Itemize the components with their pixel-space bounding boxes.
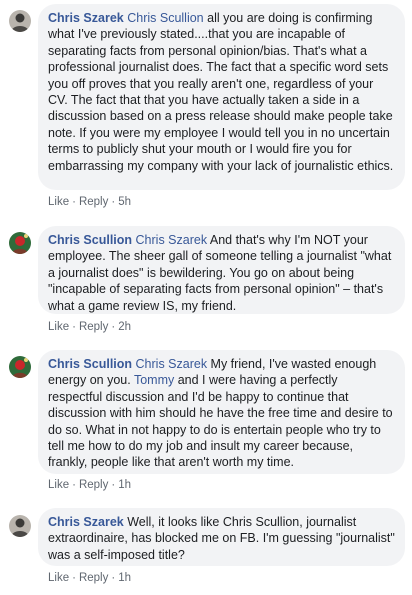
mention-link[interactable]: Chris Scullion [127, 11, 203, 25]
separator: · [111, 321, 116, 333]
profile-photo-icon [9, 356, 31, 378]
like-button[interactable]: Like [48, 196, 69, 208]
avatar[interactable] [9, 232, 31, 254]
reply-button[interactable]: Reply [79, 321, 108, 333]
comment-author[interactable]: Chris Szarek [48, 515, 124, 529]
comment-text: all you are doing is confirming what I'v… [48, 11, 394, 173]
reply-button[interactable]: Reply [79, 479, 108, 491]
timestamp[interactable]: 1h [118, 479, 131, 491]
mention-link[interactable]: Chris Szarek [136, 233, 208, 247]
comment-actions: Like · Reply · 5h [48, 196, 131, 208]
comment-actions: Like · Reply · 1h [48, 479, 131, 491]
comment-author[interactable]: Chris Scullion [48, 233, 132, 247]
comment-author[interactable]: Chris Scullion [48, 357, 132, 371]
reply-button[interactable]: Reply [79, 196, 108, 208]
reply-button[interactable]: Reply [79, 572, 108, 584]
avatar[interactable] [9, 356, 31, 378]
separator: · [72, 321, 76, 333]
like-button[interactable]: Like [48, 479, 69, 491]
comment-text: and I were having a perfectly respectful… [48, 373, 393, 470]
comment-bubble: Chris Szarek Chris Scullion all you are … [38, 4, 405, 190]
like-button[interactable]: Like [48, 321, 69, 333]
separator: · [72, 196, 76, 208]
profile-photo-icon [9, 232, 31, 254]
avatar[interactable] [9, 515, 31, 537]
comment-thread: Chris Szarek Chris Scullion all you are … [0, 0, 412, 595]
separator: · [111, 196, 116, 208]
comment-actions: Like · Reply · 1h [48, 572, 131, 584]
avatar[interactable] [9, 10, 31, 32]
timestamp[interactable]: 1h [118, 572, 131, 584]
timestamp[interactable]: 2h [118, 321, 131, 333]
comment-bubble: Chris Scullion Chris Szarek My friend, I… [38, 350, 405, 474]
profile-photo-icon [9, 515, 31, 537]
comment-author[interactable]: Chris Szarek [48, 11, 124, 25]
timestamp[interactable]: 5h [118, 196, 131, 208]
separator: · [111, 572, 116, 584]
mention-link[interactable]: Chris Szarek [136, 357, 208, 371]
comment-bubble: Chris Scullion Chris Szarek And that's w… [38, 226, 405, 314]
comment-actions: Like · Reply · 2h [48, 321, 131, 333]
separator: · [111, 479, 116, 491]
like-button[interactable]: Like [48, 572, 69, 584]
profile-photo-icon [9, 10, 31, 32]
separator: · [72, 479, 76, 491]
mention-link[interactable]: Tommy [134, 373, 174, 387]
separator: · [72, 572, 76, 584]
comment-bubble: Chris Szarek Well, it looks like Chris S… [38, 508, 405, 566]
